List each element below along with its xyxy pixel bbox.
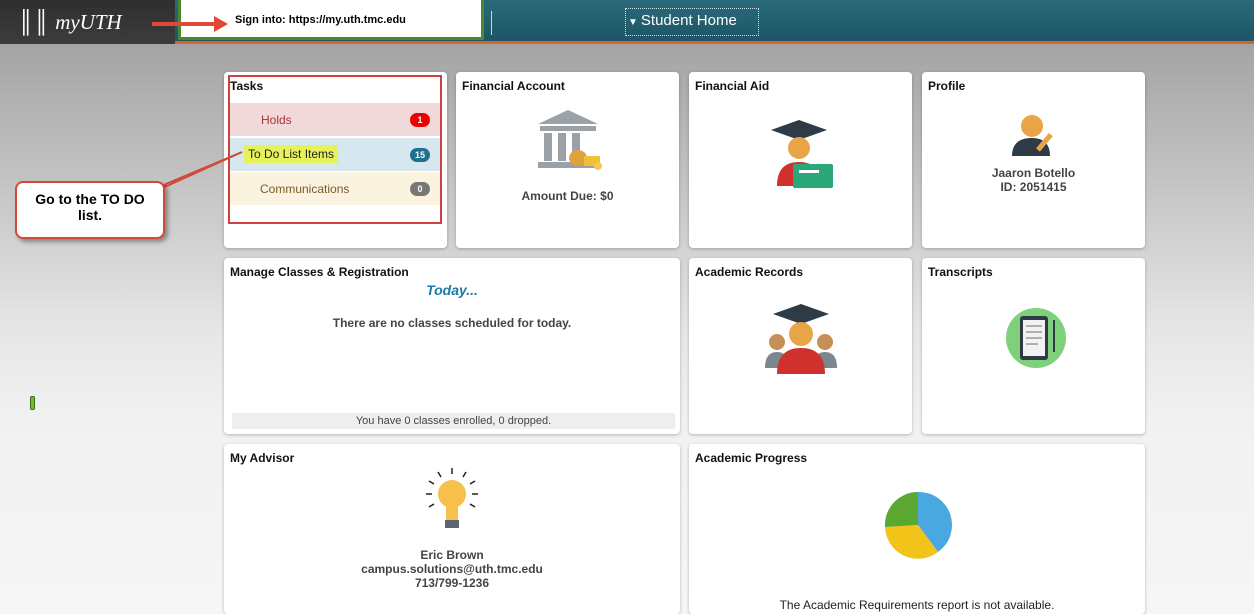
today-heading: Today...	[426, 282, 478, 298]
task-item-label: Holds	[261, 113, 292, 127]
student-home-label: Student Home	[640, 12, 737, 29]
header-divider	[491, 11, 492, 35]
pie-chart-icon	[884, 491, 953, 559]
task-item-communications[interactable]: Communications 0	[230, 172, 440, 205]
callout-pointer	[157, 151, 243, 191]
count-badge: 15	[410, 148, 430, 162]
caret-down-icon: ▼	[628, 17, 638, 28]
profile-tile[interactable]: Profile Jaaron Botello ID: 2051415	[922, 72, 1145, 248]
manage-classes-tile[interactable]: Manage Classes & Registration Today... T…	[224, 258, 680, 434]
tasks-tile[interactable]: Tasks Holds 1 To Do List Items 15 Commun…	[224, 72, 447, 248]
amount-due: Amount Due: $0	[521, 189, 614, 203]
financial-aid-title: Financial Aid	[695, 79, 770, 93]
advisor-email[interactable]: campus.solutions@uth.tmc.edu	[224, 562, 680, 576]
graduate-money-icon	[771, 120, 833, 188]
tablet-document-icon	[1006, 308, 1066, 368]
bank-icon	[538, 110, 602, 170]
academic-records-tile[interactable]: Academic Records	[689, 258, 912, 434]
logo-text: myUTH	[55, 9, 122, 34]
task-item-holds[interactable]: Holds 1	[230, 103, 440, 136]
profile-name: Jaaron Botello	[991, 166, 1076, 180]
academic-progress-message: The Academic Requirements report is not …	[779, 598, 1055, 612]
instruction-callout: Go to the TO DO list.	[15, 181, 165, 239]
financial-account-title: Financial Account	[462, 79, 565, 93]
manage-classes-title: Manage Classes & Registration	[230, 265, 409, 279]
my-advisor-title: My Advisor	[230, 451, 295, 465]
task-item-todo[interactable]: To Do List Items 15	[230, 138, 440, 171]
count-badge: 0	[410, 182, 430, 196]
financial-account-tile[interactable]: Financial Account Amount Due: $0	[456, 72, 679, 248]
enrollment-summary: You have 0 classes enrolled, 0 dropped.	[232, 413, 675, 429]
tasks-title: Tasks	[230, 79, 264, 93]
transcripts-tile[interactable]: Transcripts	[922, 258, 1145, 434]
student-home-menu[interactable]: ▼ Student Home	[625, 8, 759, 36]
red-arrow-annotation	[152, 16, 228, 32]
uth-logo-icon: ║║	[18, 9, 50, 34]
advisor-name: Eric Brown	[420, 548, 484, 562]
no-classes-message: There are no classes scheduled for today…	[332, 316, 572, 330]
green-marker	[30, 396, 35, 410]
profile-id: ID: 2051415	[1000, 180, 1067, 194]
advisor-phone: 713/799-1236	[414, 576, 490, 590]
profile-title: Profile	[928, 79, 966, 93]
task-item-label: To Do List Items	[244, 145, 339, 163]
task-item-label: Communications	[260, 182, 350, 196]
academic-progress-title: Academic Progress	[695, 451, 808, 465]
graduates-icon	[765, 304, 837, 374]
financial-aid-tile[interactable]: Financial Aid	[689, 72, 912, 248]
academic-progress-tile[interactable]: Academic Progress The Academic Requireme…	[689, 444, 1145, 614]
person-edit-icon	[1012, 115, 1053, 156]
transcripts-title: Transcripts	[928, 265, 993, 279]
academic-records-title: Academic Records	[695, 265, 804, 279]
my-advisor-tile[interactable]: My Advisor Eric Brown campus.solutions@u…	[224, 444, 680, 614]
lightbulb-icon	[426, 468, 478, 528]
count-badge: 1	[410, 113, 430, 127]
